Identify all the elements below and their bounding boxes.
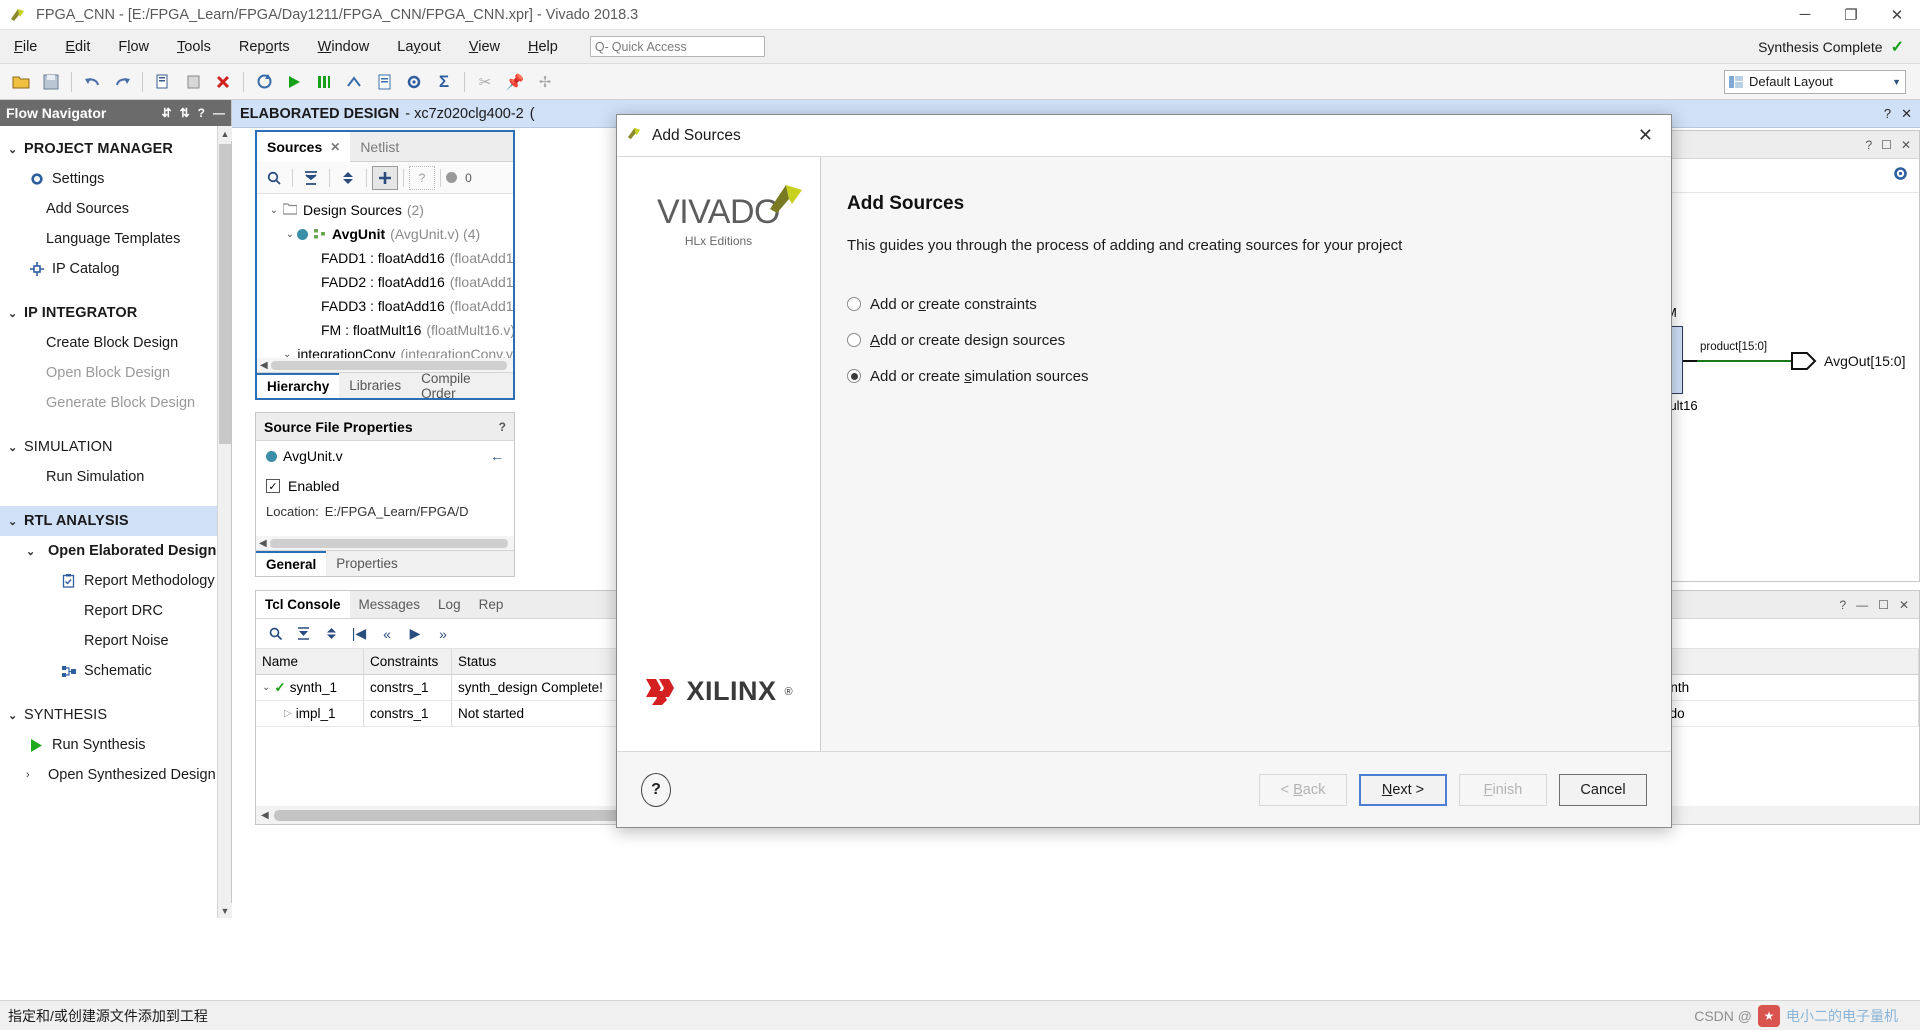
cancel-button[interactable]: Cancel (1559, 773, 1647, 806)
close-icon[interactable]: ✕ (1630, 125, 1661, 146)
dialog-buttons: < Back Next > Finish Cancel (1259, 773, 1647, 806)
radio-add-constraints[interactable]: Add or create constraints (847, 286, 1671, 322)
dialog-content: Add Sources This guides you through the … (821, 157, 1671, 751)
radio-label: Add or create constraints (870, 295, 1037, 313)
watermark-text: 电小二的电子量机 (1786, 1007, 1898, 1024)
watermark-badge-icon: ★ (1758, 1004, 1780, 1027)
dialog-description: This guides you through the process of a… (847, 237, 1403, 254)
dialog-title: Add Sources (652, 126, 741, 144)
radio-button[interactable] (847, 297, 861, 311)
watermark: CSDN @ ★ 电小二的电子量机 (1694, 1004, 1912, 1027)
vivado-window: FPGA_CNN - [E:/FPGA_Learn/FPGA/Day1211/F… (0, 0, 1920, 1030)
radio-add-design-sources[interactable]: Add or create design sources (847, 322, 1671, 358)
watermark-prefix: CSDN @ (1694, 1007, 1752, 1024)
radio-label: Add or create design sources (870, 331, 1066, 349)
dialog-heading: Add Sources (847, 193, 965, 214)
xilinx-logo: XILINX ® (644, 676, 793, 707)
xilinx-wordmark: XILINX (686, 676, 777, 706)
vivado-wordmark: VIVADO (657, 193, 780, 231)
registered-mark: ® (784, 685, 793, 698)
vivado-mark-icon (769, 185, 802, 213)
dialog-title-bar: Add Sources ✕ (617, 115, 1671, 157)
status-bar: 指定和/或创建源文件添加到工程 CSDN @ ★ 电小二的电子量机 (0, 1000, 1920, 1030)
finish-button[interactable]: Finish (1459, 773, 1547, 806)
status-message: 指定和/或创建源文件添加到工程 (8, 1007, 208, 1024)
dialog-branding: VIVADO HLx Editions XILINX ® (617, 157, 821, 751)
dialog-body: VIVADO HLx Editions XILINX ® Add Sources… (617, 157, 1671, 751)
add-sources-dialog: Add Sources ✕ VIVADO HLx Editions XILINX… (616, 114, 1672, 828)
back-button[interactable]: < Back (1259, 773, 1347, 806)
radio-label: Add or create simulation sources (870, 367, 1089, 385)
vivado-edition-label: HLx Editions (684, 234, 753, 248)
dialog-footer: ? < Back Next > Finish Cancel (617, 751, 1671, 827)
radio-button[interactable] (847, 369, 861, 383)
help-icon[interactable]: ? (641, 772, 671, 807)
dialog-overlay: Add Sources ✕ VIVADO HLx Editions XILINX… (0, 0, 1920, 1030)
vivado-logo-icon (627, 125, 644, 146)
radio-add-simulation-sources[interactable]: Add or create simulation sources (847, 358, 1671, 394)
xilinx-mark-icon (646, 678, 675, 705)
next-button[interactable]: Next > (1359, 773, 1447, 806)
radio-button[interactable] (847, 333, 861, 347)
